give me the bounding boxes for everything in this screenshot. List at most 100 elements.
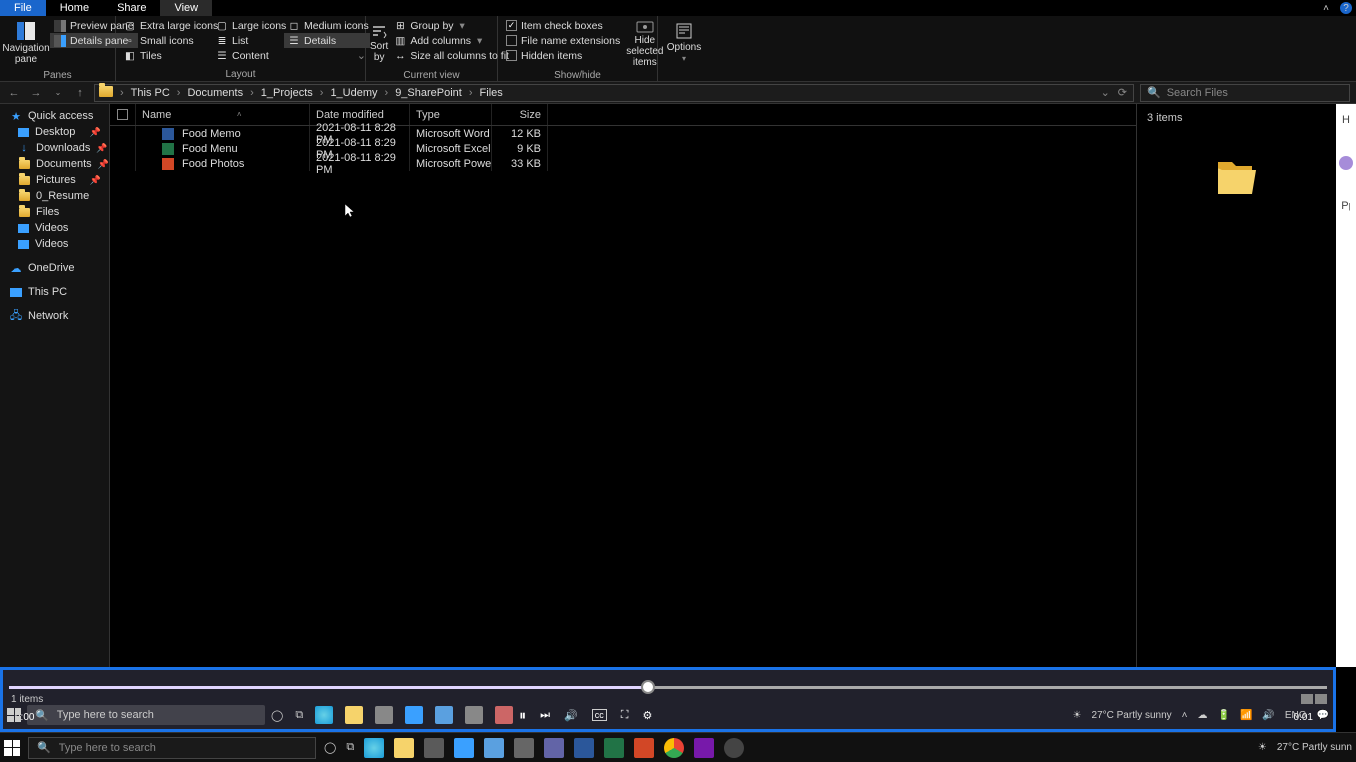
store-icon[interactable]	[375, 706, 393, 724]
sidebar-item-videos[interactable]: Videos	[0, 220, 109, 236]
app-l-icon[interactable]	[454, 738, 474, 758]
notification-icon[interactable]: 💬	[1317, 710, 1329, 721]
medium-icons-button[interactable]: ◻Medium icons	[284, 18, 370, 33]
language-indicator[interactable]: ENG	[1285, 710, 1307, 721]
chrome-icon[interactable]	[664, 738, 684, 758]
word-icon[interactable]	[574, 738, 594, 758]
play-pause-button[interactable]: ⏸	[519, 707, 526, 724]
file-row[interactable]: Food Memo 2021-08-11 8:28 PM Microsoft W…	[110, 126, 1136, 141]
taskview-icon[interactable]: ⧉	[346, 741, 354, 754]
help-icon[interactable]: ?	[1340, 2, 1352, 14]
file-row[interactable]: Food Photos 2021-08-11 8:29 PM Microsoft…	[110, 156, 1136, 171]
navigation-pane-button[interactable]: Navigation pane	[4, 18, 48, 68]
chevron-right-icon[interactable]: ›	[317, 87, 327, 99]
explorer-icon[interactable]	[345, 706, 363, 724]
chevron-right-icon[interactable]: ›	[174, 87, 184, 99]
back-button[interactable]: ←	[6, 87, 22, 99]
add-columns-button[interactable]: ▥Add columns▾	[390, 33, 513, 48]
content-button[interactable]: ☰Content	[212, 48, 282, 63]
taskbar-search[interactable]: 🔍Type here to search	[28, 737, 316, 759]
app-l-icon[interactable]	[405, 706, 423, 724]
crumb-udemy[interactable]: 1_Udemy	[326, 87, 381, 99]
wifi-icon[interactable]: 📶	[1240, 710, 1252, 721]
options-button[interactable]: Options ▾	[662, 18, 706, 68]
mail-icon[interactable]	[484, 738, 504, 758]
small-icons-button[interactable]: ▫Small icons	[120, 33, 210, 48]
sidebar-item-pictures[interactable]: Pictures📌	[0, 172, 109, 188]
column-type[interactable]: Type	[410, 104, 492, 125]
details-view-button[interactable]: ☰Details	[284, 33, 370, 48]
up-button[interactable]: ↑	[72, 87, 88, 99]
avatar-icon[interactable]	[1339, 156, 1353, 170]
weather-icon[interactable]: ☀	[1258, 742, 1267, 753]
forward-button[interactable]: →	[28, 87, 44, 99]
cortana-icon[interactable]: ◯	[271, 709, 283, 722]
powerpoint-icon[interactable]	[634, 738, 654, 758]
sidebar-quick-access[interactable]: ★Quick access	[0, 108, 109, 124]
snip-icon[interactable]	[495, 706, 513, 724]
chevron-right-icon[interactable]: ›	[466, 87, 476, 99]
address-bar[interactable]: › This PC› Documents› 1_Projects› 1_Udem…	[94, 84, 1134, 102]
sort-by-button[interactable]: Sort by	[370, 18, 388, 68]
file-row[interactable]: Food Menu 2021-08-11 8:29 PM Microsoft E…	[110, 141, 1136, 156]
explorer-icon[interactable]	[394, 738, 414, 758]
fullscreen-icon[interactable]: ⛶	[621, 709, 629, 722]
crumb-this-pc[interactable]: This PC	[127, 87, 174, 99]
onenote-icon[interactable]	[694, 738, 714, 758]
sidebar-network[interactable]: 🖧Network	[0, 308, 109, 324]
large-icons-button[interactable]: ▢Large icons	[212, 18, 282, 33]
clock-icon[interactable]	[724, 738, 744, 758]
battery-icon[interactable]: 🔋	[1218, 710, 1230, 721]
crumb-sharepoint[interactable]: 9_SharePoint	[391, 87, 466, 99]
sidebar-item-files[interactable]: Files	[0, 204, 109, 220]
next-button[interactable]: ⏭	[540, 709, 550, 722]
column-name[interactable]: Name˄	[136, 104, 310, 125]
calendar-icon[interactable]	[465, 706, 483, 724]
start-button[interactable]	[4, 740, 20, 756]
cortana-icon[interactable]: ◯	[324, 741, 336, 754]
overlay-search-box[interactable]: 🔍Type here to search	[27, 705, 265, 725]
mail-icon[interactable]	[435, 706, 453, 724]
sidebar-this-pc[interactable]: This PC	[0, 284, 109, 300]
crumb-files[interactable]: Files	[476, 87, 507, 99]
weather-icon[interactable]: ☀	[1073, 710, 1082, 721]
sidebar-item-documents[interactable]: Documents📌	[0, 156, 109, 172]
hidden-items-toggle[interactable]: Hidden items	[502, 48, 624, 63]
select-all-checkbox[interactable]	[110, 104, 136, 125]
address-dropdown-icon[interactable]: ⌄	[1101, 86, 1110, 99]
group-by-button[interactable]: ⊞Group by▾	[390, 18, 513, 33]
tab-home[interactable]: Home	[46, 0, 103, 16]
crumb-documents[interactable]: Documents	[183, 87, 247, 99]
sidebar-item-videos-2[interactable]: Videos	[0, 236, 109, 252]
search-box[interactable]: 🔍 Search Files	[1140, 84, 1350, 102]
seek-handle[interactable]	[641, 680, 655, 694]
edge-icon[interactable]	[315, 706, 333, 724]
chevron-right-icon[interactable]: ›	[247, 87, 257, 99]
settings-gear-icon[interactable]: ⚙	[642, 709, 652, 722]
sidebar-item-downloads[interactable]: ↓Downloads📌	[0, 140, 109, 156]
excel-icon[interactable]	[604, 738, 624, 758]
column-size[interactable]: Size	[492, 104, 548, 125]
sidebar-item-desktop[interactable]: Desktop📌	[0, 124, 109, 140]
chevron-up-icon[interactable]: ˄	[1182, 710, 1188, 721]
refresh-icon[interactable]: ⟳	[1118, 86, 1127, 99]
teams-icon[interactable]	[544, 738, 564, 758]
calendar-icon[interactable]	[514, 738, 534, 758]
sidebar-onedrive[interactable]: ☁OneDrive	[0, 260, 109, 276]
volume-tray-icon[interactable]: 🔊	[1262, 710, 1274, 721]
file-list[interactable]: Name˄ Date modified Type Size Food Memo …	[110, 104, 1136, 667]
tab-view[interactable]: View	[160, 0, 212, 16]
volume-icon[interactable]: 🔊	[564, 709, 578, 722]
seek-bar[interactable]	[9, 686, 1327, 689]
chevron-right-icon[interactable]: ›	[117, 87, 127, 99]
tiles-button[interactable]: ◧Tiles	[120, 48, 210, 63]
layout-more-icon[interactable]: ⌄	[284, 48, 370, 63]
extra-large-icons-button[interactable]: ▢Extra large icons	[120, 18, 210, 33]
taskview-icon[interactable]: ⧉	[295, 709, 303, 722]
tab-file[interactable]: File	[0, 0, 46, 16]
list-button[interactable]: ≣List	[212, 33, 282, 48]
edge-icon[interactable]	[364, 738, 384, 758]
file-name-extensions-toggle[interactable]: File name extensions	[502, 33, 624, 48]
cloud-icon[interactable]: ☁	[1198, 710, 1208, 721]
crumb-projects[interactable]: 1_Projects	[257, 87, 317, 99]
